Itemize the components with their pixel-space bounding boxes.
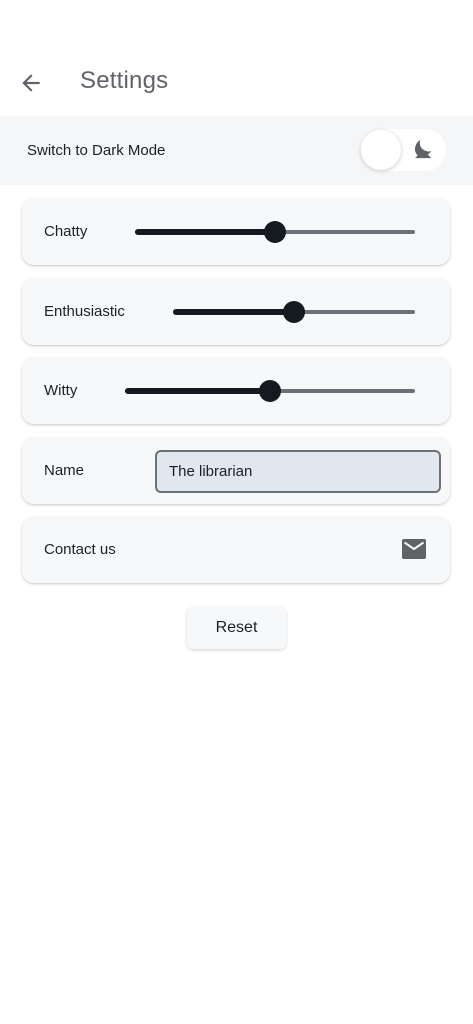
mail-icon[interactable]: [402, 539, 426, 559]
toggle-knob[interactable]: [361, 130, 401, 170]
slider-fill: [135, 229, 275, 235]
slider-label: Enthusiastic: [44, 303, 125, 320]
app-header: Settings: [0, 50, 473, 116]
name-input[interactable]: [155, 450, 441, 493]
moon-icon: [414, 139, 432, 159]
slider-fill: [125, 388, 270, 394]
arrow-left-icon: [22, 74, 40, 92]
page-title: Settings: [80, 67, 169, 94]
slider-thumb[interactable]: [259, 380, 281, 402]
slider-label: Witty: [44, 382, 78, 399]
name-label: Name: [44, 462, 85, 479]
slider-thumb[interactable]: [283, 301, 305, 323]
enthusiastic-slider[interactable]: [173, 301, 415, 323]
slider-thumb[interactable]: [264, 221, 286, 243]
contact-label: Contact us: [44, 541, 116, 558]
slider-card-witty: Witty: [22, 358, 450, 424]
dark-mode-label: Switch to Dark Mode: [27, 142, 166, 159]
slider-fill: [173, 309, 294, 315]
witty-slider[interactable]: [125, 380, 415, 402]
contact-card[interactable]: Contact us: [22, 517, 450, 583]
name-card: Name: [22, 438, 450, 504]
slider-label: Chatty: [44, 223, 88, 240]
slider-card-chatty: Chatty: [22, 199, 450, 265]
dark-mode-toggle[interactable]: [360, 129, 446, 171]
slider-card-enthusiastic: Enthusiastic: [22, 279, 450, 345]
dark-mode-row: Switch to Dark Mode: [0, 116, 473, 185]
chatty-slider[interactable]: [135, 221, 415, 243]
reset-button[interactable]: Reset: [187, 607, 286, 649]
back-button[interactable]: [14, 66, 48, 100]
